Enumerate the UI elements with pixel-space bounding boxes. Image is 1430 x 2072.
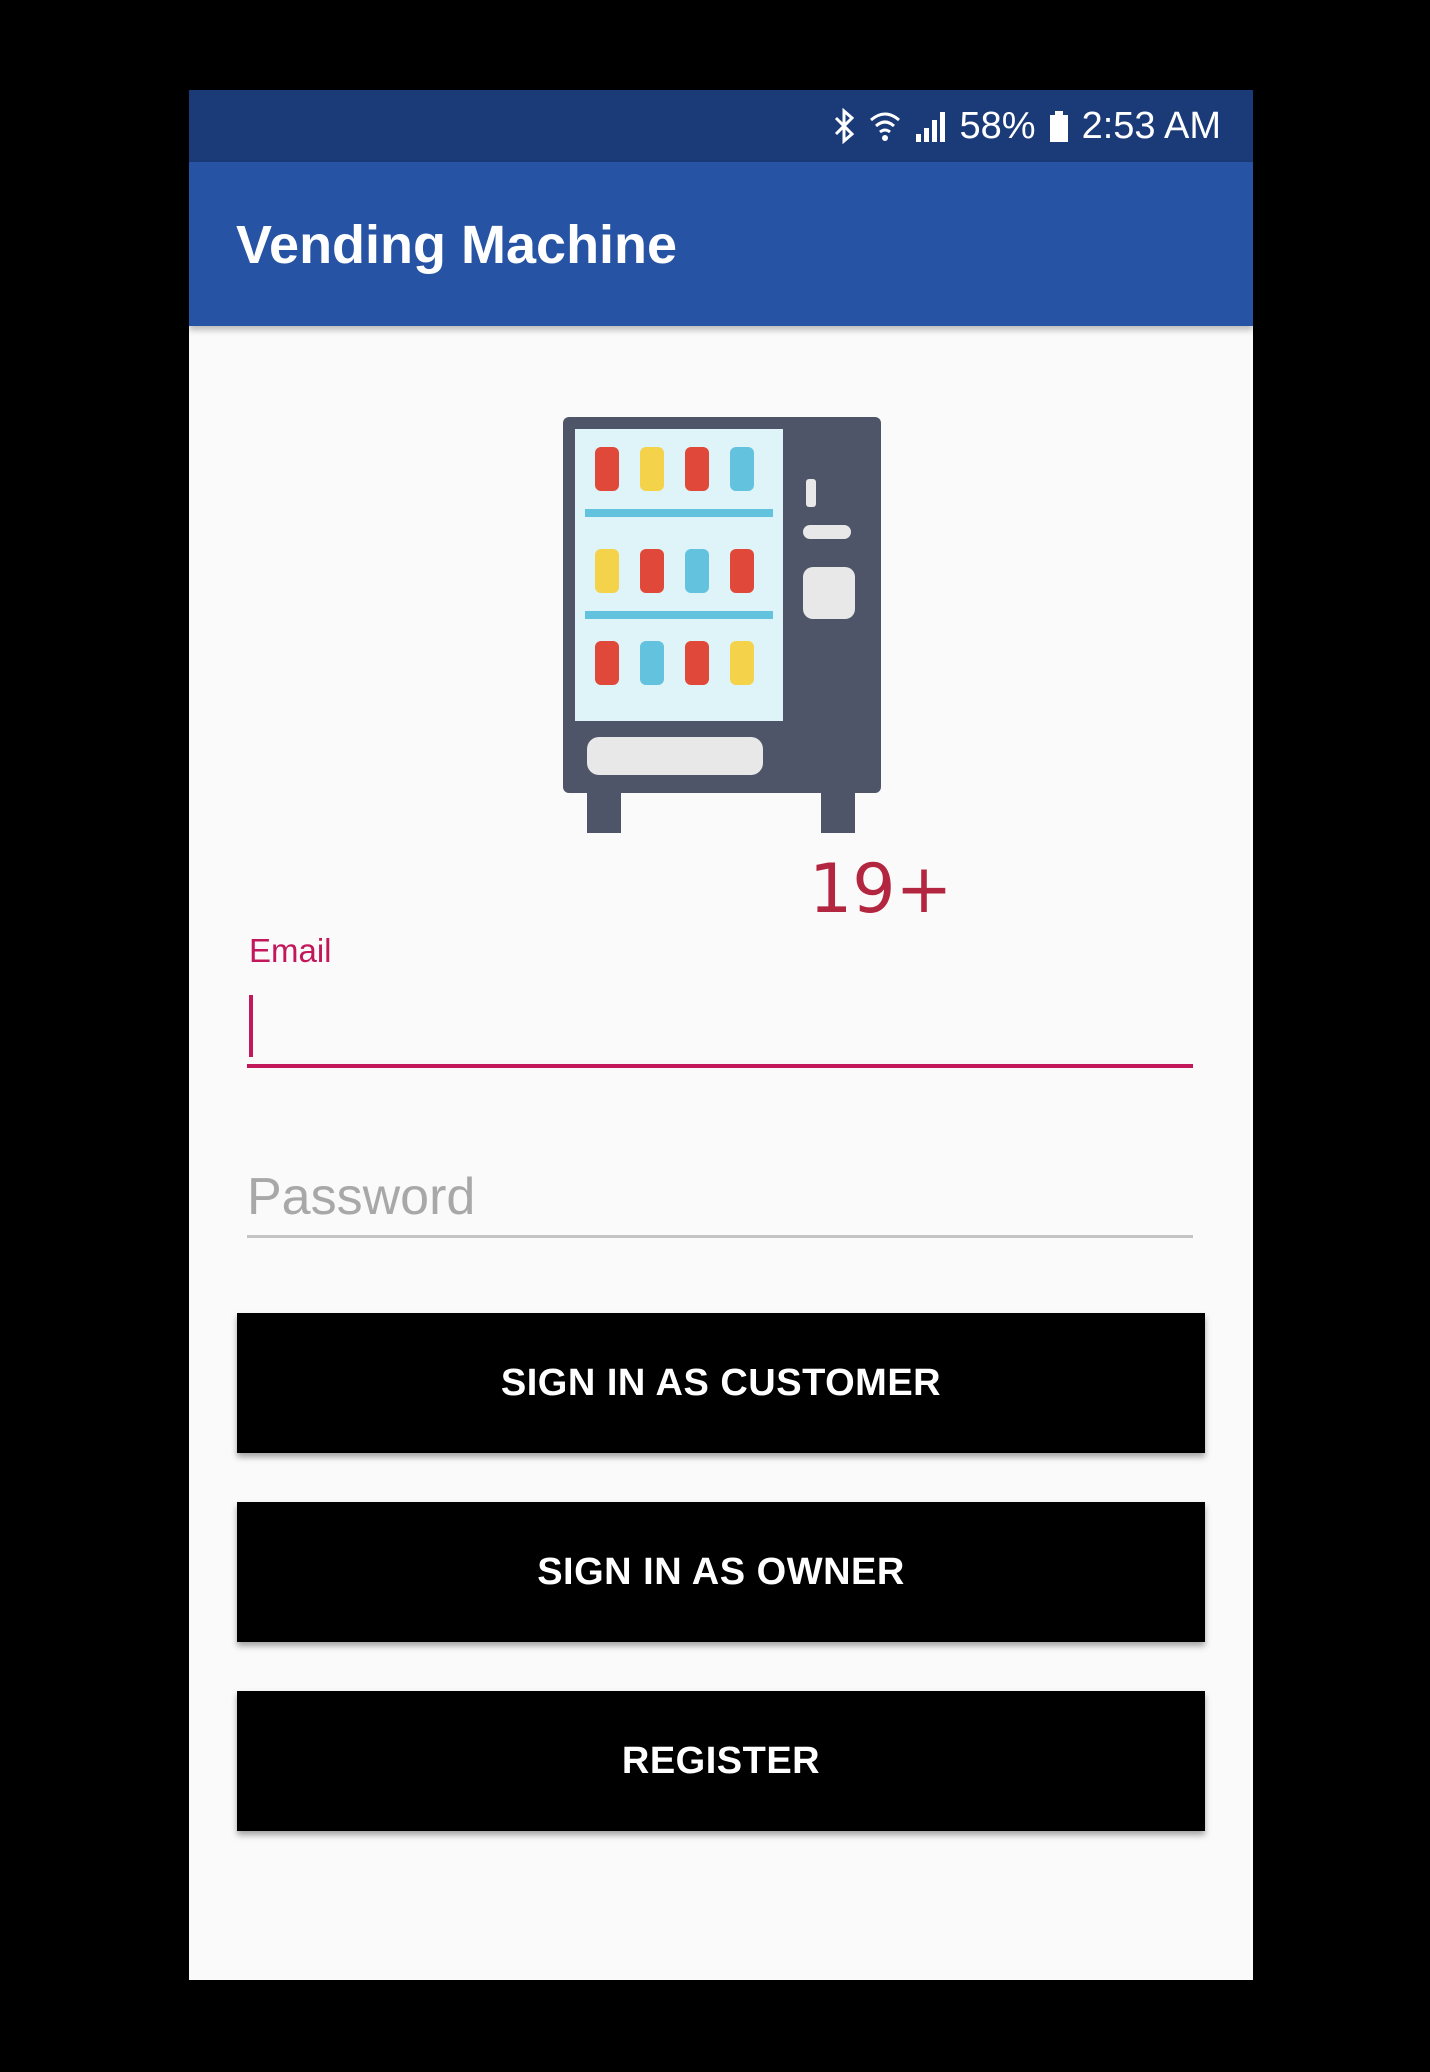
vending-machine-logo <box>559 415 889 835</box>
sign-in-owner-button[interactable]: SIGN IN AS OWNER <box>237 1502 1205 1642</box>
wifi-icon <box>868 108 902 144</box>
app-title: Vending Machine <box>236 215 678 275</box>
app-bar: Vending Machine <box>189 162 1253 326</box>
register-button[interactable]: REGISTER <box>237 1691 1205 1831</box>
battery-percent: 58% <box>959 104 1036 147</box>
age-restriction-label: 19+ <box>809 850 953 929</box>
status-icons: 58% 2:53 AM <box>832 90 1221 162</box>
sign-in-customer-button[interactable]: SIGN IN AS CUSTOMER <box>237 1313 1205 1453</box>
email-field[interactable] <box>247 988 1193 1068</box>
battery-icon <box>1048 108 1070 144</box>
password-field[interactable] <box>247 1158 1193 1238</box>
email-label: Email <box>249 932 332 969</box>
phone-screen: 58% 2:53 AM Vending Machine 19+ Email SI… <box>189 90 1253 1980</box>
clock: 2:53 AM <box>1081 104 1221 147</box>
bluetooth-icon <box>832 108 856 144</box>
signal-icon <box>914 108 948 144</box>
status-bar: 58% 2:53 AM <box>189 90 1253 162</box>
text-cursor <box>249 995 253 1057</box>
